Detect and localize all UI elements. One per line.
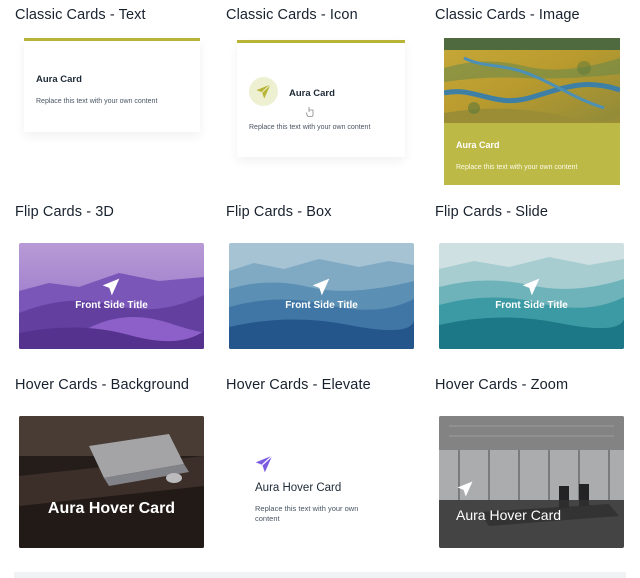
section-title-flip-3d: Flip Cards - 3D <box>15 204 114 220</box>
paper-plane-icon <box>312 278 330 296</box>
hover-background-card[interactable]: Aura Hover Card <box>19 416 204 548</box>
section-title-flip-slide: Flip Cards - Slide <box>435 204 548 220</box>
paper-plane-icon <box>102 278 120 296</box>
classic-image-card[interactable]: Aura Card Replace this text with your ow… <box>444 38 620 185</box>
flip-card-title: Front Side Title <box>285 300 358 311</box>
paper-plane-icon <box>256 84 271 99</box>
flip-card-title: Front Side Title <box>75 300 148 311</box>
paper-plane-icon <box>522 278 540 296</box>
icon-circle <box>249 77 278 106</box>
classic-text-card[interactable]: Aura Card Replace this text with your ow… <box>24 38 200 132</box>
laptop-desk-image <box>19 416 204 548</box>
section-title-classic-image: Classic Cards - Image <box>435 7 580 23</box>
card-body: Replace this text with your own content <box>36 98 158 105</box>
river-landscape-image <box>444 38 620 123</box>
paper-plane-icon <box>457 481 473 497</box>
section-title-classic-icon: Classic Cards - Icon <box>226 7 358 23</box>
section-title-classic-text: Classic Cards - Text <box>15 7 146 23</box>
hover-card-title: Aura Hover Card <box>255 482 342 494</box>
hand-cursor-icon <box>306 107 314 117</box>
hover-card-body: Replace this text with your own content <box>255 504 359 523</box>
card-title: Aura Card <box>456 140 500 150</box>
footer-divider <box>14 572 626 578</box>
section-title-hover-elevate: Hover Cards - Elevate <box>226 377 371 393</box>
section-title-hover-zoom: Hover Cards - Zoom <box>435 377 569 393</box>
flip-card-box[interactable]: Front Side Title <box>229 243 414 349</box>
flip-card-3d[interactable]: Front Side Title <box>19 243 204 349</box>
card-title: Aura Card <box>36 74 82 85</box>
flip-card-title: Front Side Title <box>495 300 568 311</box>
card-title: Aura Card <box>289 88 335 99</box>
card-body: Replace this text with your own content <box>249 124 371 131</box>
paper-plane-icon <box>255 455 273 473</box>
flip-card-slide[interactable]: Front Side Title <box>439 243 624 349</box>
card-body: Replace this text with your own content <box>456 164 578 171</box>
hover-card-title: Aura Hover Card <box>47 500 176 517</box>
section-title-hover-background: Hover Cards - Background <box>15 377 190 393</box>
section-title-flip-box: Flip Cards - Box <box>226 204 332 220</box>
hover-card-title: Aura Hover Card <box>456 507 562 523</box>
hover-zoom-card[interactable]: Aura Hover Card <box>439 416 624 548</box>
classic-icon-card[interactable]: Aura Card Replace this text with your ow… <box>237 40 405 157</box>
hover-elevate-card[interactable]: Aura Hover Card Replace this text with y… <box>229 416 414 548</box>
